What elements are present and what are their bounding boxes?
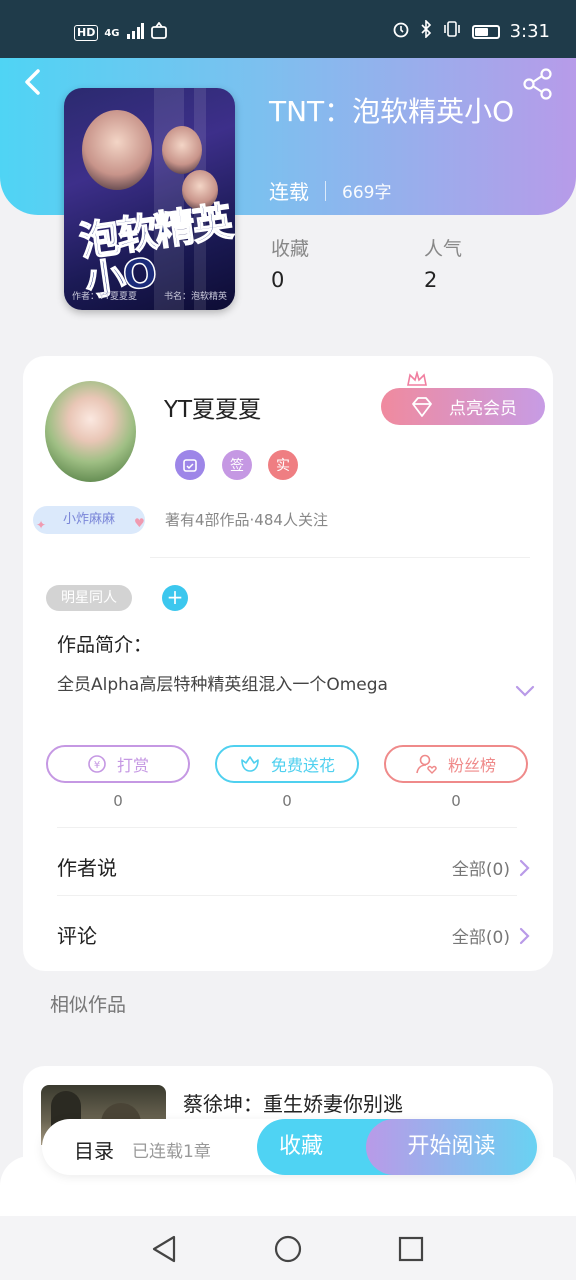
add-tag-button[interactable]: + [162,585,188,611]
chevron-right-icon [519,859,530,876]
cover-title: 泡软精英小O [76,198,234,306]
clock-time: 3:31 [509,21,550,42]
comments-label[interactable]: 评论 [57,920,97,949]
author-name[interactable]: YT夏夏夏 [164,390,261,424]
alarm-icon [392,20,410,43]
svg-text:¥: ¥ [94,760,100,771]
genre-tag[interactable]: 明星同人 [46,585,132,611]
intro-label: 作品简介： [57,634,153,656]
divider [57,827,517,828]
chapter-count: 已连载1章 [132,1142,211,1162]
status-bar: HD 4G 3:31 [0,0,576,58]
similar-works-heading: 相似作品 [50,994,127,1016]
nav-home-icon[interactable] [273,1234,303,1264]
author-avatar[interactable] [45,381,136,482]
bluetooth-icon [420,19,432,43]
book-title: TNT：泡软精英小O [269,95,515,128]
hd-indicator: HD [74,25,99,41]
serial-status: 连载 [269,180,309,204]
vibrate-icon [442,20,462,43]
flower-icon [241,756,259,772]
divider [150,557,530,558]
chevron-left-icon [25,69,40,95]
user-heart-icon [416,754,437,774]
table-of-contents-button[interactable]: 目录 [74,1135,114,1164]
popularity-label: 人气 [424,238,463,260]
author-says-label[interactable]: 作者说 [57,852,117,881]
coin-icon: ¥ [88,755,106,773]
divider [57,895,517,896]
book-status-row: 连载 669字 [269,176,391,205]
comments-count: 全部(0) [451,928,510,948]
similar-work-title[interactable]: 蔡徐坤：重生娇妻你别逃 [183,1088,403,1117]
expand-intro-button[interactable] [515,683,535,702]
tip-button[interactable]: ¥ 打赏 [46,745,190,783]
battery-icon [471,24,500,39]
popularity-count: 2 [424,268,438,292]
comments-all-link[interactable]: 全部(0) [452,923,530,948]
book-cover[interactable]: 泡软精英小O 作者：YT夏夏夏 书名：泡软精英 [64,88,235,310]
back-button[interactable] [22,68,42,100]
heart-icon: ♥ [134,516,145,530]
membership-label: 点亮会员 [449,399,517,419]
star-icon: ✦ [36,518,47,532]
favorites-count: 0 [271,268,285,292]
author-says-all-link[interactable]: 全部(0) [452,855,530,880]
app-notification-icon [150,21,168,44]
word-count: 669字 [342,183,392,203]
diamond-icon [412,396,432,417]
author-says-count: 全部(0) [451,860,510,880]
nav-back-icon[interactable] [150,1234,180,1264]
network-label: 4G [104,27,120,39]
chevron-right-icon [519,927,530,944]
intro-text: 全员Alpha高层特种精英组混入一个Omega [57,675,388,695]
fan-ranking-button[interactable]: 粉丝榜 [384,745,528,783]
fan-tag: 小炸麻麻 [33,506,145,534]
send-flower-label: 免费送花 [270,756,335,775]
fan-count: 0 [451,792,461,810]
calendar-badge-icon [175,450,205,480]
fan-tag-label: 小炸麻麻 [62,512,115,527]
author-stats: 著有4部作品·484人关注 [165,511,328,529]
cover-footer-right: 书名：泡软精英 [163,292,227,302]
verified-badge: 实 [268,450,298,480]
signal-icon [126,23,144,43]
activate-membership-button[interactable]: 点亮会员 [381,388,545,425]
favorites-label: 收藏 [271,238,310,260]
fan-ranking-label: 粉丝榜 [447,756,496,775]
tip-label: 打赏 [116,756,149,775]
system-nav-bar [0,1216,576,1280]
cover-footer-left: 作者：YT夏夏夏 [72,292,137,302]
chevron-down-icon [515,685,535,697]
divider [325,180,326,201]
tip-count: 0 [113,792,123,810]
start-reading-button[interactable]: 开始阅读 [366,1119,537,1175]
flower-count: 0 [282,792,292,810]
send-flower-button[interactable]: 免费送花 [215,745,359,783]
signed-badge: 签 [222,450,252,480]
nav-recents-icon[interactable] [396,1234,426,1264]
